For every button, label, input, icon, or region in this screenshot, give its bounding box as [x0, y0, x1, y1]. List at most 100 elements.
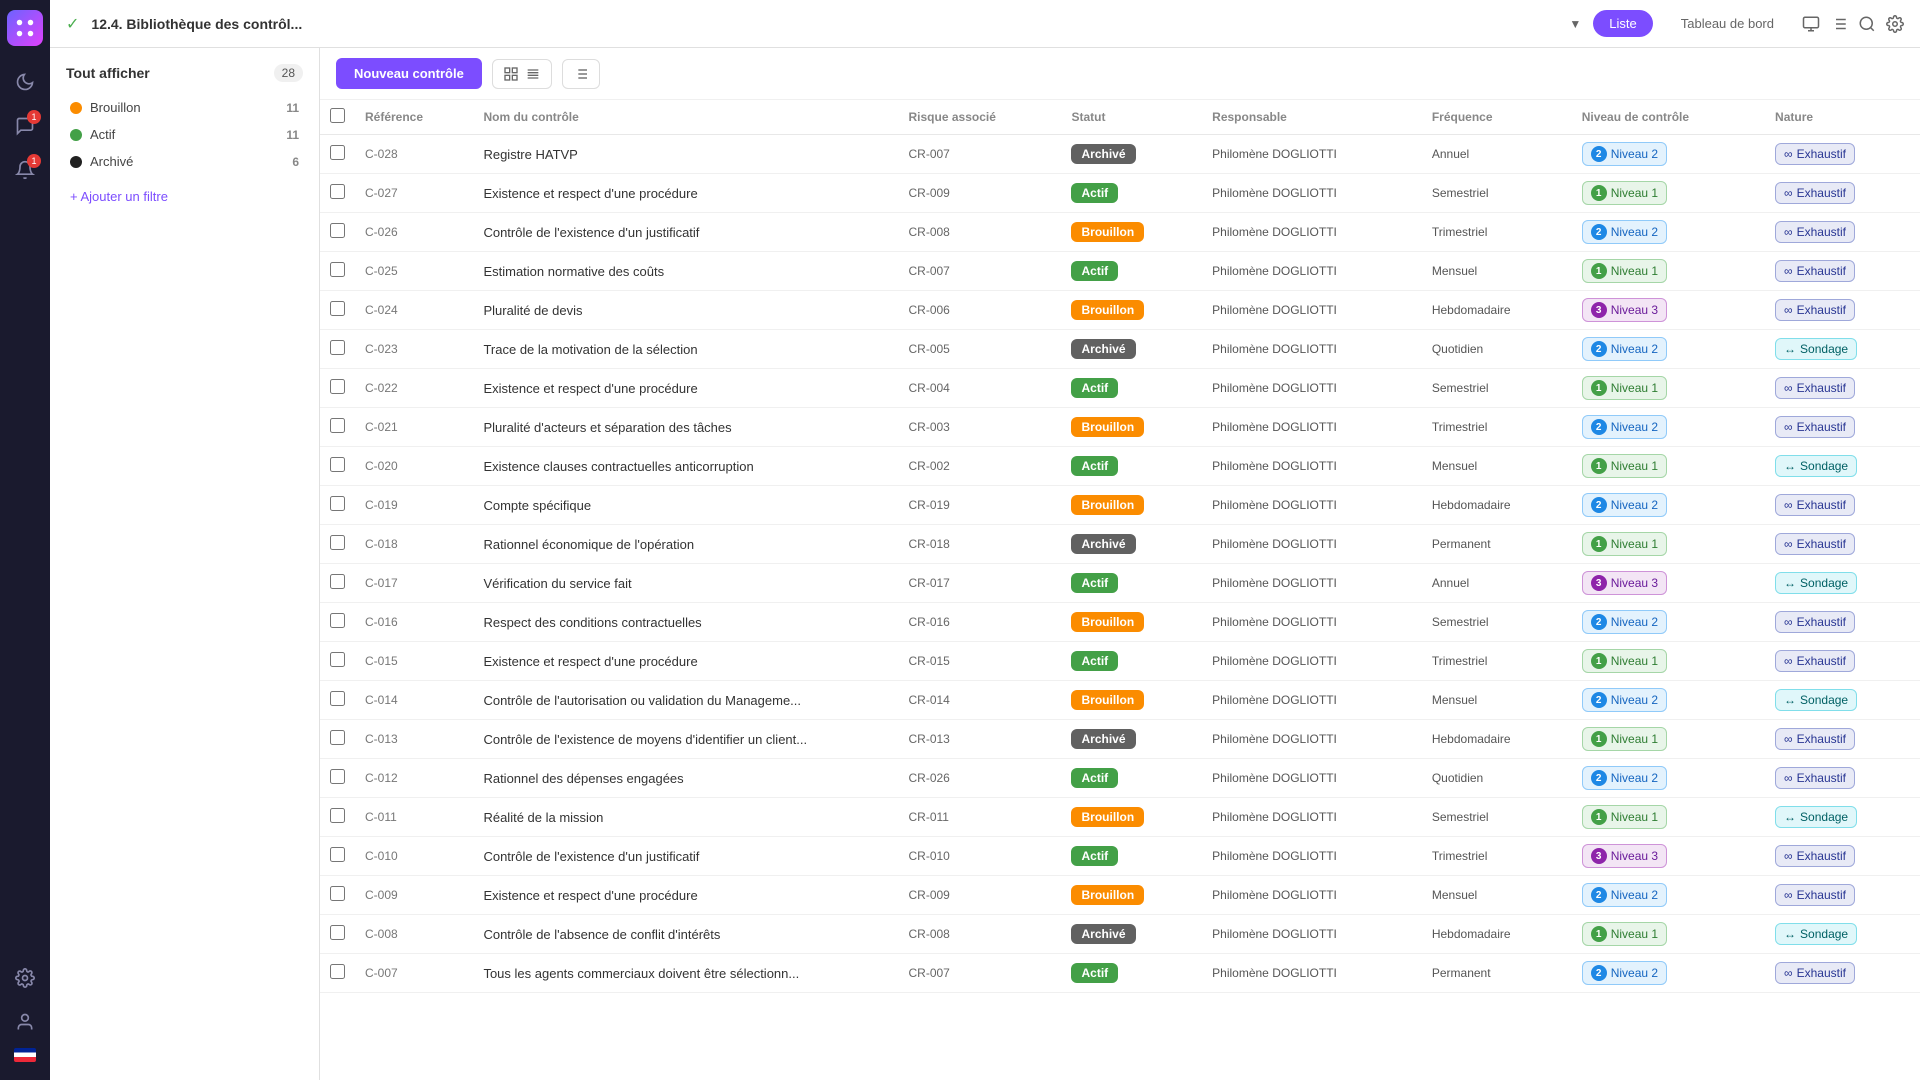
nature-icon: ∞	[1784, 225, 1793, 239]
row-name[interactable]: Rationnel des dépenses engagées	[473, 759, 898, 798]
row-checkbox[interactable]	[330, 184, 345, 199]
table-row[interactable]: C-015 Existence et respect d'une procédu…	[320, 642, 1920, 681]
nature-icon: ∞	[1784, 381, 1793, 395]
row-name[interactable]: Existence clauses contractuelles anticor…	[473, 447, 898, 486]
row-name[interactable]: Tous les agents commerciaux doivent être…	[473, 954, 898, 993]
row-checkbox[interactable]	[330, 223, 345, 238]
table-row[interactable]: C-014 Contrôle de l'autorisation ou vali…	[320, 681, 1920, 720]
table-row[interactable]: C-026 Contrôle de l'existence d'un justi…	[320, 213, 1920, 252]
row-name[interactable]: Pluralité d'acteurs et séparation des tâ…	[473, 408, 898, 447]
tab-tableau-de-bord[interactable]: Tableau de bord	[1665, 10, 1790, 37]
add-filter-btn[interactable]: + Ajouter un filtre	[66, 185, 303, 208]
nature-badge: ∞ Exhaustif	[1775, 494, 1855, 516]
table-row[interactable]: C-007 Tous les agents commerciaux doiven…	[320, 954, 1920, 993]
row-checkbox[interactable]	[330, 652, 345, 667]
table-row[interactable]: C-009 Existence et respect d'une procédu…	[320, 876, 1920, 915]
table-row[interactable]: C-013 Contrôle de l'existence de moyens …	[320, 720, 1920, 759]
table-row[interactable]: C-021 Pluralité d'acteurs et séparation …	[320, 408, 1920, 447]
row-niveau: 3 Niveau 3	[1572, 291, 1765, 330]
table-row[interactable]: C-011 Réalité de la mission CR-011 Broui…	[320, 798, 1920, 837]
row-name[interactable]: Estimation normative des coûts	[473, 252, 898, 291]
row-checkbox[interactable]	[330, 262, 345, 277]
row-checkbox[interactable]	[330, 808, 345, 823]
monitor-icon[interactable]	[1802, 15, 1820, 33]
sidebar-item-settings[interactable]	[7, 960, 43, 996]
table-row[interactable]: C-008 Contrôle de l'absence de conflit d…	[320, 915, 1920, 954]
gear-icon[interactable]	[1886, 15, 1904, 33]
row-risk: CR-026	[899, 759, 1062, 798]
sort-button[interactable]	[562, 59, 600, 89]
list-icon[interactable]	[1830, 15, 1848, 33]
row-name[interactable]: Contrôle de l'autorisation ou validation…	[473, 681, 898, 720]
row-name[interactable]: Trace de la motivation de la sélection	[473, 330, 898, 369]
sidebar-item-user[interactable]	[7, 1004, 43, 1040]
row-name[interactable]: Existence et respect d'une procédure	[473, 369, 898, 408]
search-icon[interactable]	[1858, 15, 1876, 33]
tab-liste[interactable]: Liste	[1593, 10, 1652, 37]
sidebar-item-moon[interactable]	[7, 64, 43, 100]
row-checkbox[interactable]	[330, 145, 345, 160]
table-row[interactable]: C-016 Respect des conditions contractuel…	[320, 603, 1920, 642]
new-control-button[interactable]: Nouveau contrôle	[336, 58, 482, 89]
row-ref: C-011	[355, 798, 473, 837]
filter-all-label[interactable]: Tout afficher	[66, 65, 150, 81]
row-checkbox[interactable]	[330, 340, 345, 355]
row-checkbox[interactable]	[330, 535, 345, 550]
row-name[interactable]: Existence et respect d'une procédure	[473, 642, 898, 681]
table-row[interactable]: C-023 Trace de la motivation de la sélec…	[320, 330, 1920, 369]
row-name[interactable]: Existence et respect d'une procédure	[473, 174, 898, 213]
row-checkbox[interactable]	[330, 418, 345, 433]
table-row[interactable]: C-028 Registre HATVP CR-007 Archivé Phil…	[320, 135, 1920, 174]
row-risk: CR-007	[899, 135, 1062, 174]
row-checkbox[interactable]	[330, 925, 345, 940]
table-row[interactable]: C-025 Estimation normative des coûts CR-…	[320, 252, 1920, 291]
filter-brouillon[interactable]: Brouillon 11	[66, 94, 303, 121]
row-checkbox[interactable]	[330, 886, 345, 901]
row-checkbox[interactable]	[330, 496, 345, 511]
select-all-checkbox[interactable]	[330, 108, 345, 123]
row-name[interactable]: Pluralité de devis	[473, 291, 898, 330]
row-checkbox[interactable]	[330, 574, 345, 589]
table-row[interactable]: C-020 Existence clauses contractuelles a…	[320, 447, 1920, 486]
level-badge: 3 Niveau 3	[1582, 844, 1667, 868]
level-circle: 2	[1591, 497, 1607, 513]
row-checkbox[interactable]	[330, 847, 345, 862]
language-flag[interactable]	[14, 1048, 36, 1062]
row-name[interactable]: Existence et respect d'une procédure	[473, 876, 898, 915]
title-dropdown[interactable]: ▼	[1569, 17, 1581, 31]
row-checkbox[interactable]	[330, 730, 345, 745]
table-row[interactable]: C-027 Existence et respect d'une procédu…	[320, 174, 1920, 213]
row-checkbox[interactable]	[330, 691, 345, 706]
table-row[interactable]: C-012 Rationnel des dépenses engagées CR…	[320, 759, 1920, 798]
row-checkbox[interactable]	[330, 613, 345, 628]
row-name[interactable]: Contrôle de l'existence d'un justificati…	[473, 213, 898, 252]
table-row[interactable]: C-019 Compte spécifique CR-019 Brouillon…	[320, 486, 1920, 525]
row-name[interactable]: Respect des conditions contractuelles	[473, 603, 898, 642]
row-frequence: Mensuel	[1422, 681, 1572, 720]
table-row[interactable]: C-022 Existence et respect d'une procédu…	[320, 369, 1920, 408]
row-checkbox[interactable]	[330, 457, 345, 472]
row-checkbox[interactable]	[330, 769, 345, 784]
row-name[interactable]: Contrôle de l'existence d'un justificati…	[473, 837, 898, 876]
row-checkbox[interactable]	[330, 379, 345, 394]
sidebar-item-chat[interactable]: 1	[7, 108, 43, 144]
row-name[interactable]: Rationnel économique de l'opération	[473, 525, 898, 564]
row-name[interactable]: Compte spécifique	[473, 486, 898, 525]
table-row[interactable]: C-024 Pluralité de devis CR-006 Brouillo…	[320, 291, 1920, 330]
filter-archive[interactable]: Archivé 6	[66, 148, 303, 175]
view-toggle-button[interactable]	[492, 59, 552, 89]
row-name[interactable]: Réalité de la mission	[473, 798, 898, 837]
table-row[interactable]: C-018 Rationnel économique de l'opératio…	[320, 525, 1920, 564]
row-checkbox[interactable]	[330, 964, 345, 979]
level-badge: 2 Niveau 2	[1582, 493, 1667, 517]
table-row[interactable]: C-010 Contrôle de l'existence d'un justi…	[320, 837, 1920, 876]
filter-actif[interactable]: Actif 11	[66, 121, 303, 148]
app-logo[interactable]	[7, 10, 43, 46]
table-row[interactable]: C-017 Vérification du service fait CR-01…	[320, 564, 1920, 603]
row-checkbox[interactable]	[330, 301, 345, 316]
row-name[interactable]: Contrôle de l'absence de conflit d'intér…	[473, 915, 898, 954]
row-name[interactable]: Vérification du service fait	[473, 564, 898, 603]
row-name[interactable]: Contrôle de l'existence de moyens d'iden…	[473, 720, 898, 759]
row-name[interactable]: Registre HATVP	[473, 135, 898, 174]
sidebar-item-bell[interactable]: 1	[7, 152, 43, 188]
